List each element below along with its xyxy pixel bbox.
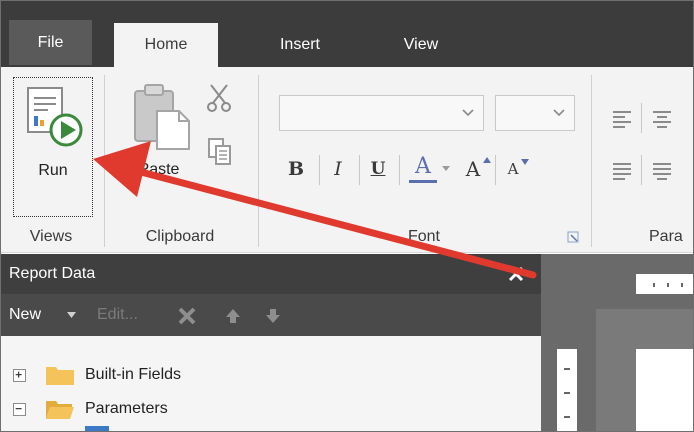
open-folder-icon xyxy=(46,401,74,419)
bold-button[interactable]: B xyxy=(285,153,307,185)
vertical-ruler xyxy=(557,349,577,431)
align-left-icon[interactable] xyxy=(611,109,633,129)
group-divider xyxy=(258,75,259,247)
shrink-font-button[interactable]: A xyxy=(503,153,523,185)
panel-title: Report Data xyxy=(9,265,96,282)
align-center-icon[interactable] xyxy=(651,109,673,129)
font-name-select[interactable] xyxy=(279,95,484,131)
report-page[interactable] xyxy=(636,349,693,431)
report-builder-window: File Home Insert View Run Views Paste Cl… xyxy=(0,0,694,432)
divider xyxy=(319,155,320,185)
ribbon-home: Run Views Paste Clipboard B I U A A A Fo… xyxy=(1,67,693,253)
divider xyxy=(495,155,496,185)
shrink-arrow-icon xyxy=(521,159,529,165)
new-button[interactable]: New xyxy=(9,294,41,336)
divider xyxy=(399,155,400,185)
group-label-font: Font xyxy=(407,228,440,245)
copy-icon[interactable] xyxy=(207,137,233,167)
move-up-icon[interactable] xyxy=(223,306,243,326)
justify-center-icon[interactable] xyxy=(651,161,673,181)
tab-view[interactable]: View xyxy=(391,23,451,67)
scissors-icon[interactable] xyxy=(205,83,233,113)
panel-header: Report Data xyxy=(1,254,541,294)
ribbon-tab-bar: File Home Insert View xyxy=(1,1,693,67)
group-divider xyxy=(104,75,105,247)
run-button[interactable]: Run xyxy=(13,77,93,217)
tree-item-parameters[interactable]: Parameters xyxy=(1,394,541,424)
edit-button[interactable]: Edit... xyxy=(97,294,138,336)
report-data-panel: Report Data New Edit... Built-in Fields … xyxy=(1,254,541,431)
report-design-surface xyxy=(541,254,693,431)
group-label-paragraph: Para xyxy=(649,228,683,245)
panel-toolbar: New Edit... xyxy=(1,294,541,336)
chevron-down-icon xyxy=(462,109,474,117)
folder-icon xyxy=(46,367,74,385)
group-divider xyxy=(591,75,592,247)
tree-item-built-in-fields[interactable]: Built-in Fields xyxy=(1,360,541,390)
chevron-down-icon xyxy=(442,166,450,171)
grow-font-button[interactable]: A xyxy=(461,153,485,185)
parameter-icon xyxy=(85,426,109,431)
group-label-clipboard: Clipboard xyxy=(145,228,215,245)
tab-home[interactable]: Home xyxy=(114,23,218,67)
divider xyxy=(641,155,642,185)
font-color-button[interactable]: A xyxy=(409,153,437,183)
horizontal-ruler xyxy=(636,274,693,294)
tree-item-label: Built-in Fields xyxy=(85,366,182,383)
move-down-icon[interactable] xyxy=(263,306,283,326)
tab-file[interactable]: File xyxy=(9,20,92,65)
font-size-select[interactable] xyxy=(495,95,575,131)
run-report-icon xyxy=(27,87,83,147)
group-label-views: Views xyxy=(29,228,73,245)
delete-icon[interactable] xyxy=(177,306,197,326)
grow-arrow-icon xyxy=(483,157,491,163)
paste-button[interactable]: Paste xyxy=(119,161,199,179)
chevron-down-icon[interactable] xyxy=(67,312,76,318)
italic-button[interactable]: I xyxy=(327,153,349,185)
collapse-icon[interactable] xyxy=(13,403,26,416)
run-label: Run xyxy=(38,162,68,179)
underline-button[interactable]: U xyxy=(367,153,389,185)
expand-icon[interactable] xyxy=(13,369,26,382)
divider xyxy=(641,103,642,133)
chevron-down-icon xyxy=(553,109,565,117)
tree-item-label: Parameters xyxy=(85,400,168,417)
dialog-launcher-icon[interactable] xyxy=(567,231,579,243)
tab-insert[interactable]: Insert xyxy=(263,23,337,67)
divider xyxy=(359,155,360,185)
justify-left-icon[interactable] xyxy=(611,161,633,181)
paste-icon[interactable] xyxy=(131,81,191,151)
close-icon[interactable] xyxy=(506,264,526,284)
